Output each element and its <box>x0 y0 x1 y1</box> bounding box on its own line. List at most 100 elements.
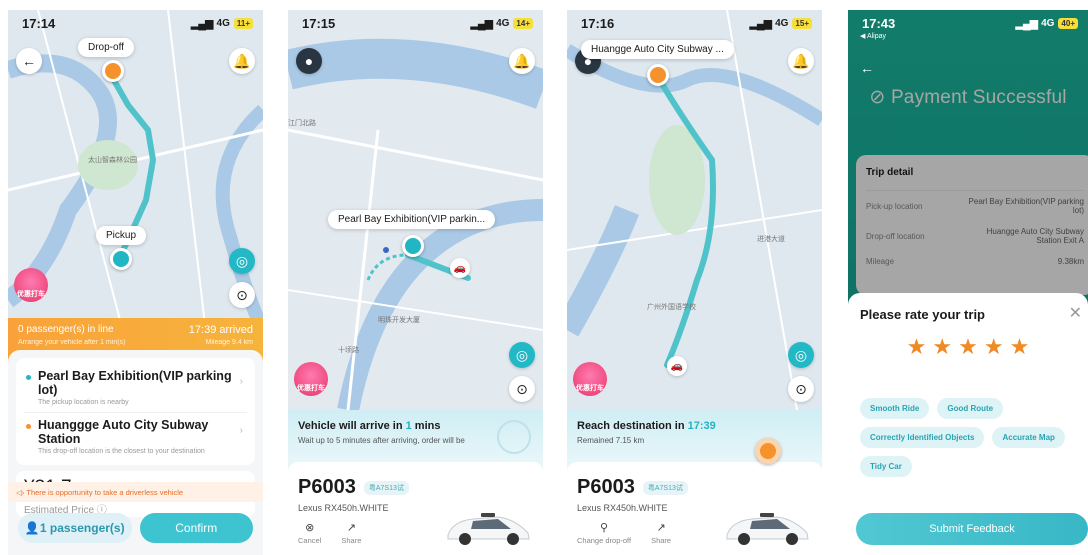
reach-time: 17:39 <box>687 420 716 432</box>
pickup-pin <box>402 235 424 257</box>
battery-badge: 11+ <box>233 17 253 29</box>
screen-vehicle-arriving: 江门北路 明珠开发大厦 十顷路 17:15 ▂▄▆ 4G 14+ ● 🔔 Pea… <box>288 10 543 555</box>
map-graphic <box>8 10 263 350</box>
star-icon[interactable]: ★ <box>1010 336 1030 358</box>
star-icon[interactable]: ★ <box>984 336 1004 358</box>
arrive-prefix: Vehicle will arrive in <box>298 420 406 432</box>
recenter-icon[interactable]: ◎ <box>229 248 255 274</box>
back-icon[interactable]: ← <box>16 48 42 74</box>
recenter-icon[interactable]: ◎ <box>788 342 814 368</box>
feedback-tag[interactable]: Tidy Car <box>860 456 912 477</box>
dropoff-pin <box>647 64 669 86</box>
star-icon[interactable]: ★ <box>907 336 927 358</box>
screen-order-confirm: 太山智森林公园 17:14 ▂▄▆ 4G 11+ ← 🔔 Drop-off Pi… <box>8 10 263 555</box>
trip-sheet: Vehicle will arrive in 1 mins Wait up to… <box>288 410 543 555</box>
change-dropoff-button[interactable]: ⚲ Change drop-off <box>577 521 631 545</box>
battery-badge: 40+ <box>1058 17 1078 29</box>
passenger-label: 1 passenger(s) <box>39 521 125 535</box>
submit-feedback-button[interactable]: Submit Feedback <box>856 513 1088 545</box>
queue-subtext: Arrange your vehicle after 1 min(s) <box>18 339 126 346</box>
signal-icon: ▂▄▆ <box>749 17 772 30</box>
confirm-button[interactable]: Confirm <box>139 513 253 543</box>
status-time: 17:15 <box>302 15 336 31</box>
status-time: 17:14 <box>22 15 56 31</box>
promo-icon[interactable]: 优惠打车 <box>294 362 328 396</box>
network-type: 4G <box>1041 17 1055 29</box>
battery-badge: 15+ <box>792 17 812 29</box>
feedback-tag[interactable]: Accurate Map <box>992 427 1065 448</box>
close-icon[interactable]: ✕ <box>1069 303 1082 323</box>
bell-icon[interactable]: 🔔 <box>229 48 255 74</box>
mileage-text: Mileage 9.4 km <box>205 339 253 346</box>
rating-sheet: Please rate your trip ✕ ★ ★ ★ ★ ★ Smooth Rid… <box>848 293 1088 555</box>
cancel-button[interactable]: ⊗ Cancel <box>298 521 321 545</box>
map-label-road: 进港大道 <box>757 236 785 243</box>
map-label-road: 江门北路 <box>288 120 316 127</box>
network-type: 4G <box>216 17 230 29</box>
bell-icon[interactable]: 🔔 <box>788 48 814 74</box>
arrive-suffix: mins <box>411 420 441 432</box>
chevron-right-icon: › <box>239 376 243 387</box>
bell-icon[interactable]: 🔔 <box>509 48 535 74</box>
notice-icon: ◁› <box>16 487 27 497</box>
pickup-desc: The pickup location is nearby <box>38 399 129 406</box>
dropoff-pin <box>102 60 124 82</box>
robotaxi-logo-icon[interactable]: ● <box>296 48 322 74</box>
dropoff-name: Huanggge Auto City Subway Station <box>38 418 209 446</box>
locate-icon[interactable]: ⊙ <box>229 282 255 308</box>
trip-actions: ⚲ Change drop-off ↗ Share <box>577 521 671 545</box>
pickup-dot-icon <box>26 375 31 380</box>
dropoff-dot-icon <box>26 424 31 429</box>
star-icon[interactable]: ★ <box>932 336 952 358</box>
plate-tag: 粤A7S13试 <box>642 480 688 495</box>
car-image <box>447 513 530 545</box>
trip-actions: ⊗ Cancel ↗ Share <box>298 521 361 545</box>
status-bar: 17:14 ▂▄▆ 4G 11+ <box>8 10 263 36</box>
share-label: Share <box>341 536 362 545</box>
driverless-notice: ◁› There is opportunity to take a driver… <box>8 482 263 502</box>
signal-icon: ▂▄▆ <box>470 17 493 30</box>
recenter-icon[interactable]: ◎ <box>509 342 535 368</box>
action-buttons: 👤 1 passenger(s) Confirm <box>18 513 253 543</box>
passenger-button[interactable]: 👤 1 passenger(s) <box>18 513 132 543</box>
destination-marker <box>755 438 781 464</box>
map-label-road-2: 十顷路 <box>338 347 359 354</box>
promo-icon[interactable]: 优惠打车 <box>14 268 48 302</box>
back-icon[interactable]: ← <box>860 60 874 76</box>
map-graphic <box>567 10 822 410</box>
pickup-location-row[interactable]: Pearl Bay Exhibition(VIP parking lot) Th… <box>24 364 247 413</box>
status-bar: 17:15 ▂▄▆ 4G 14+ <box>288 10 543 36</box>
network-type: 4G <box>775 17 789 29</box>
share-button[interactable]: ↗ Share <box>651 521 671 545</box>
cancel-label: Cancel <box>298 536 322 545</box>
locate-icon[interactable]: ⊙ <box>788 376 814 402</box>
alipay-back-link[interactable]: ◀ Alipay <box>860 32 886 40</box>
dropoff-location-row[interactable]: Huanggge Auto City Subway Station This d… <box>24 413 247 461</box>
share-label: Share <box>651 536 672 545</box>
pin-edit-icon: ⚲ <box>600 522 609 534</box>
arrival-time: 17:39 arrived <box>188 324 253 336</box>
signal-icon: ▂▄▆ <box>190 17 214 30</box>
feedback-tag[interactable]: Good Route <box>937 398 1004 419</box>
map-label-school: 广州外国语学校 <box>647 304 696 311</box>
plate-number: P6003 <box>298 476 356 498</box>
share-button[interactable]: ↗ Share <box>341 521 361 545</box>
vehicle-card: P6003 粤A7S13试 Lexus RX450h.WHITE ⊗ Cance… <box>288 462 543 555</box>
signal-icon: ▂▄▆ <box>1015 17 1038 30</box>
locate-icon[interactable]: ⊙ <box>509 376 535 402</box>
feedback-tag[interactable]: Smooth Ride <box>860 398 930 419</box>
battery-badge: 14+ <box>513 17 533 29</box>
location-card: Pearl Bay Exhibition(VIP parking lot) Th… <box>16 358 255 465</box>
change-label: Change drop-off <box>577 536 632 545</box>
queue-text: 0 passenger(s) in line <box>18 324 114 335</box>
star-icon[interactable]: ★ <box>958 336 978 358</box>
star-rating[interactable]: ★ ★ ★ ★ ★ <box>860 336 1076 358</box>
feedback-tag[interactable]: Correctly Identified Objects <box>860 427 985 448</box>
feedback-tags: Smooth Ride Good Route Correctly Identifie… <box>860 398 1076 477</box>
status-time: 17:16 <box>581 15 615 31</box>
share-icon: ↗ <box>346 522 356 534</box>
promo-icon[interactable]: 优惠打车 <box>573 362 607 396</box>
dropoff-bubble: Huangge Auto City Subway ... <box>581 40 734 59</box>
pickup-bubble: Pickup <box>96 226 147 245</box>
trip-sheet: Reach destination in 17:39 Remained 7.15… <box>567 410 822 555</box>
